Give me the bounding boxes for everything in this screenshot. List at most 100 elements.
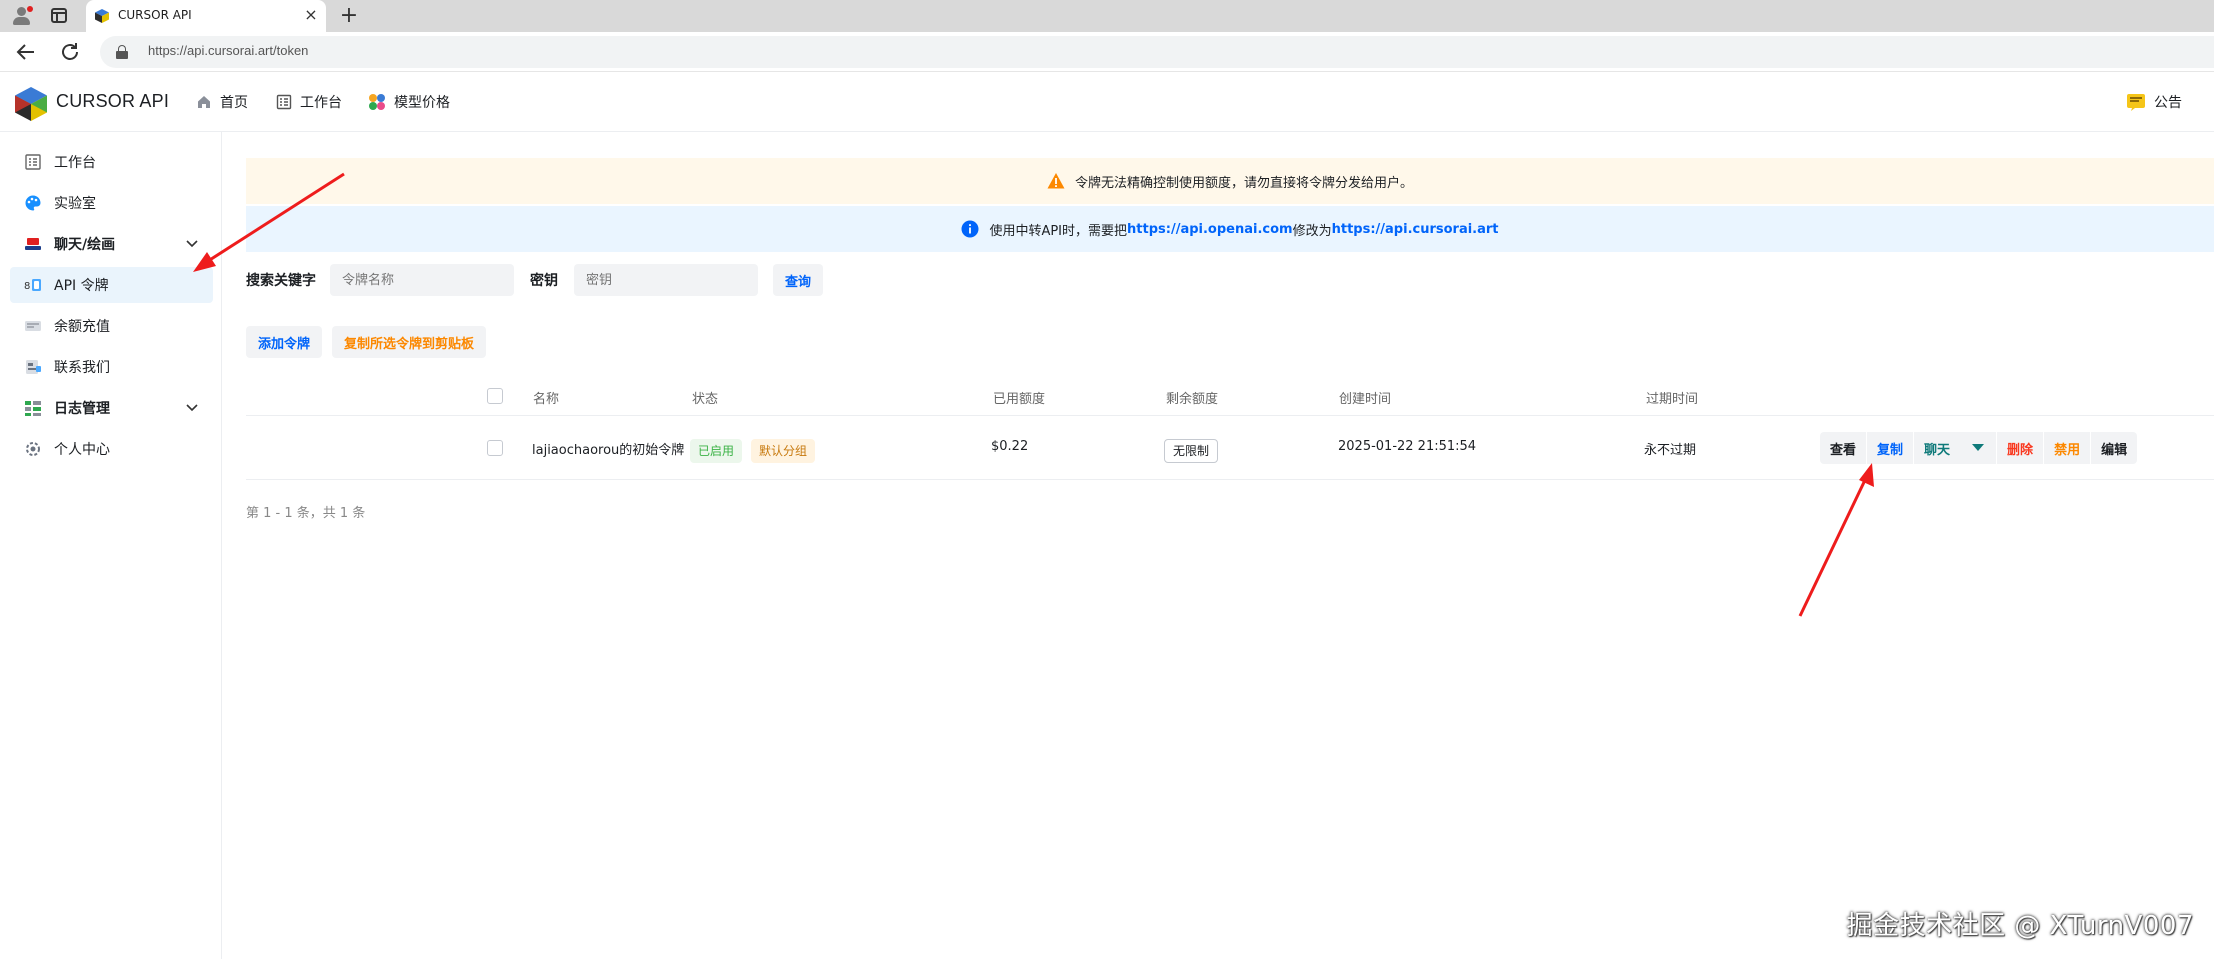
column-expires: 过期时间 — [1646, 392, 1699, 407]
add-token-button[interactable]: 添加令牌 — [246, 326, 323, 358]
select-all-checkbox[interactable] — [487, 388, 503, 404]
price-icon — [369, 94, 385, 110]
sidebar: 工作台 实验室 聊天/绘画 8 API 令牌 余额充值 联系我们 日志管理 个人… — [0, 132, 222, 959]
edit-button[interactable]: 编辑 — [2090, 432, 2137, 464]
tab-close-icon[interactable]: × — [301, 5, 321, 25]
tab-actions-icon[interactable] — [51, 8, 67, 23]
used-quota: $0.22 — [991, 439, 1029, 454]
search-form: 搜索关键字 密钥 查询 — [246, 262, 824, 298]
sidebar-item-chat[interactable]: 聊天/绘画 — [10, 226, 213, 262]
copy-selected-button[interactable]: 复制所选令牌到剪贴板 — [332, 326, 487, 358]
browser-tab-bar: CURSOR API × + — [0, 0, 2214, 32]
delete-button[interactable]: 删除 — [1996, 432, 2043, 464]
group-badge: 默认分组 — [751, 439, 816, 463]
column-created: 创建时间 — [1339, 392, 1392, 407]
main-content: 令牌无法精确控制使用额度，请勿直接将令牌分发给用户。 使用中转API时，需要把 … — [223, 132, 2214, 959]
sidebar-item-label: API 令牌 — [54, 278, 109, 294]
sidebar-item-recharge[interactable]: 余额充值 — [10, 308, 213, 344]
new-tab-button[interactable]: + — [337, 4, 361, 28]
keyword-label: 搜索关键字 — [246, 273, 316, 289]
watermark-text: 掘金技术社区 @ XTurnV007 — [1846, 911, 2194, 941]
chevron-down-icon[interactable] — [185, 400, 199, 414]
sidebar-item-dashboard[interactable]: 工作台 — [10, 144, 213, 180]
row-actions: 查看 复制 聊天 删除 禁用 编辑 — [1820, 432, 2138, 464]
reload-icon[interactable] — [58, 40, 82, 64]
disable-button[interactable]: 禁用 — [2043, 432, 2090, 464]
nav-home-label: 首页 — [220, 95, 248, 111]
sidebar-item-logs[interactable]: 日志管理 — [10, 390, 213, 426]
sidebar-item-label: 实验室 — [54, 196, 96, 212]
created-time: 2025-01-22 21:51:54 — [1338, 439, 1477, 454]
token-table: 名称 状态 已用额度 剩余额度 创建时间 过期时间 lajiaochaorou的… — [246, 376, 2214, 480]
pagination-summary: 第 1 - 1 条，共 1 条 — [246, 506, 366, 521]
log-icon — [24, 399, 42, 417]
chat-button[interactable]: 聊天 — [1913, 432, 1960, 464]
view-button[interactable]: 查看 — [1820, 432, 1866, 464]
sidebar-item-label: 个人中心 — [54, 442, 110, 458]
warning-text: 令牌无法精确控制使用额度，请勿直接将令牌分发给用户。 — [1074, 175, 1413, 191]
nav-home[interactable]: 首页 — [196, 72, 248, 132]
nav-dashboard-label: 工作台 — [300, 95, 342, 111]
warning-icon — [1047, 173, 1065, 189]
sidebar-item-lab[interactable]: 实验室 — [10, 185, 213, 221]
sidebar-item-label: 余额充值 — [54, 319, 110, 335]
openai-url-link[interactable]: https://api.openai.com — [1127, 222, 1293, 237]
action-buttons: 添加令牌 复制所选令牌到剪贴板 — [246, 326, 487, 358]
sidebar-item-label: 日志管理 — [54, 401, 110, 417]
cursor-logo-icon — [95, 9, 109, 23]
sidebar-item-label: 聊天/绘画 — [54, 237, 116, 253]
sidebar-item-label: 联系我们 — [54, 360, 110, 376]
token-name: lajiaochaorou的初始令牌 — [532, 443, 685, 458]
table-header: 名称 状态 已用额度 剩余额度 创建时间 过期时间 — [246, 376, 2214, 416]
palette-icon — [24, 194, 42, 212]
app-header: CURSOR API 首页 工作台 模型价格 公告 — [0, 72, 2214, 132]
table-row: lajiaochaorou的初始令牌 已启用 默认分组 $0.22 无限制 20… — [246, 416, 2214, 480]
info-icon — [961, 220, 979, 238]
sidebar-item-profile[interactable]: 个人中心 — [10, 431, 213, 467]
lock-icon[interactable] — [116, 45, 128, 59]
browser-tab[interactable]: CURSOR API × — [86, 0, 326, 32]
copy-button[interactable]: 复制 — [1866, 432, 1913, 464]
home-icon — [198, 96, 210, 108]
user-icon — [24, 440, 42, 458]
column-remaining: 剩余额度 — [1166, 392, 1219, 407]
warning-banner: 令牌无法精确控制使用额度，请勿直接将令牌分发给用户。 — [246, 158, 2214, 204]
url-text: https://api.cursorai.art/token — [148, 43, 309, 58]
column-used: 已用额度 — [993, 392, 1046, 407]
tab-title: CURSOR API — [118, 8, 192, 22]
remaining-quota-badge: 无限制 — [1164, 439, 1219, 463]
token-icon: 8 — [24, 276, 42, 294]
key-label: 密钥 — [530, 273, 558, 289]
chat-dropdown-button[interactable] — [1960, 432, 1996, 464]
dashboard-icon — [276, 94, 292, 110]
cursor-logo-icon[interactable] — [14, 86, 48, 122]
status-badge: 已启用 — [690, 439, 743, 463]
back-icon[interactable] — [14, 40, 38, 64]
chat-icon — [24, 235, 42, 253]
announcement-icon — [2127, 94, 2145, 111]
token-name-input[interactable] — [330, 264, 514, 296]
expire-time: 永不过期 — [1644, 443, 1697, 458]
address-bar: https://api.cursorai.art/token — [0, 32, 2214, 72]
info-text-prefix: 使用中转API时，需要把 — [989, 223, 1128, 239]
sidebar-item-contact[interactable]: 联系我们 — [10, 349, 213, 385]
sidebar-item-api-token[interactable]: 8 API 令牌 — [10, 267, 213, 303]
nav-model-price[interactable]: 模型价格 — [368, 72, 450, 132]
nav-dashboard[interactable]: 工作台 — [276, 72, 342, 132]
announcement-button[interactable]: 公告 — [2126, 90, 2182, 114]
row-checkbox[interactable] — [487, 440, 503, 456]
cursorai-url-link[interactable]: https://api.cursorai.art — [1332, 222, 1499, 237]
info-banner: 使用中转API时，需要把 https://api.openai.com 修改为 … — [246, 206, 2214, 252]
chevron-down-icon[interactable] — [185, 236, 199, 250]
profile-icon[interactable] — [12, 6, 33, 26]
url-input[interactable]: https://api.cursorai.art/token — [100, 36, 2214, 68]
announcement-label: 公告 — [2154, 95, 2182, 111]
svg-text:8: 8 — [24, 281, 30, 292]
info-text-middle: 修改为 — [1292, 223, 1332, 239]
key-input[interactable] — [574, 264, 758, 296]
column-name: 名称 — [533, 392, 560, 407]
sidebar-item-label: 工作台 — [54, 155, 96, 171]
column-status: 状态 — [692, 392, 719, 407]
query-button[interactable]: 查询 — [773, 264, 824, 296]
dashboard-icon — [24, 153, 42, 171]
